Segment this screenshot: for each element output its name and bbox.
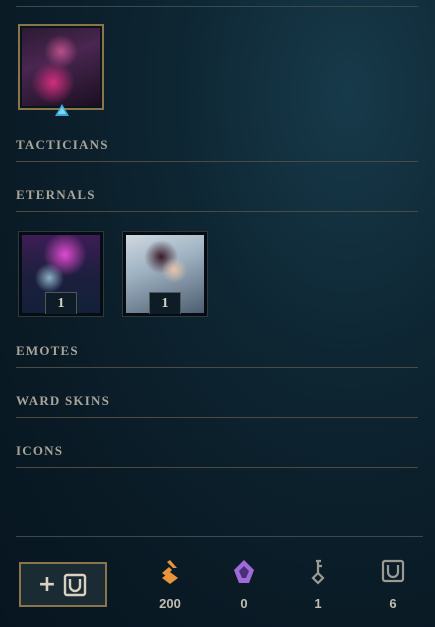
currency-capsules[interactable]: 6 [373,558,413,611]
eternal-tile-2[interactable]: 1 [122,231,208,317]
mythic-essence-icon [234,560,254,583]
section-icons[interactable]: ICONS [16,439,418,468]
currency-value: 0 [240,596,248,611]
eternal-count-badge: 1 [45,292,77,314]
currency-orange-essence[interactable]: 200 [150,558,190,611]
champion-skin-tile[interactable] [18,24,104,110]
section-eternals[interactable]: ETERNALS [16,183,418,212]
champion-skin-art [22,28,100,106]
currency-mythic-essence[interactable]: 0 [224,558,264,611]
capsule-icon [64,573,87,596]
currency-value: 200 [159,596,181,611]
key-fragment-icon [311,559,325,585]
add-capsule-button[interactable]: + [19,562,107,607]
section-ward-skins[interactable]: WARD SKINS [16,389,418,418]
section-title-emotes: EMOTES [16,343,79,358]
section-title-ward-skins: WARD SKINS [16,393,110,408]
plus-icon: + [37,571,57,597]
capsule-icon [381,559,405,583]
section-title-tacticians: TACTICIANS [16,137,109,152]
orange-essence-icon [162,560,178,584]
section-title-icons: ICONS [16,443,64,458]
top-divider [16,6,418,7]
section-emotes[interactable]: EMOTES [16,339,418,368]
eternal-count-badge: 1 [149,292,181,314]
section-tacticians[interactable]: TACTICIANS [16,133,418,162]
currency-value: 1 [314,596,322,611]
bottom-divider [16,536,423,537]
section-title-eternals: ETERNALS [16,187,96,202]
currency-value: 6 [389,596,397,611]
currency-key-fragment[interactable]: 1 [298,558,338,611]
eternal-tile-1[interactable]: 1 [18,231,104,317]
tier-gem-icon [55,104,69,116]
